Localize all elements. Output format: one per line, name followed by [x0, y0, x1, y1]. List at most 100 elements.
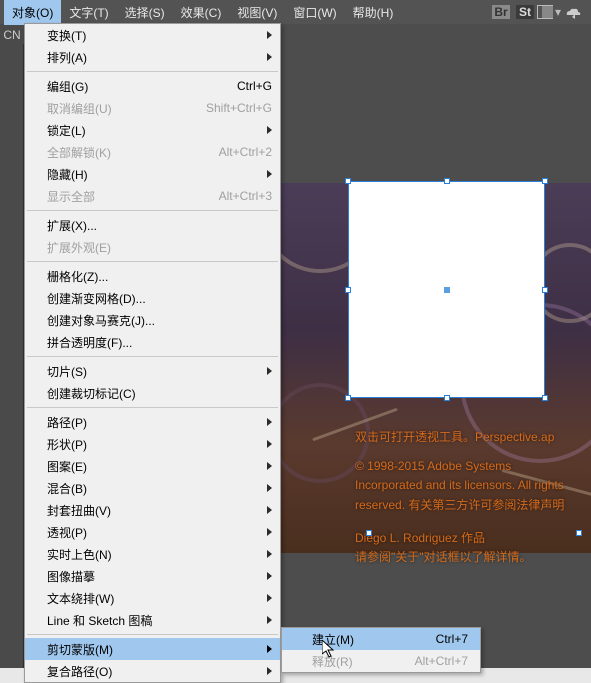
menu-item-label: 扩展(X)...	[47, 217, 97, 234]
menu-item-label: 创建对象马赛克(J)...	[47, 312, 155, 329]
menu-item-label: 形状(P)	[47, 436, 87, 453]
submenu-arrow-icon	[267, 126, 272, 134]
layout-icon[interactable]: ▾	[537, 2, 561, 22]
menu-separator	[27, 261, 278, 262]
menu-shortcut: Alt+Ctrl+3	[219, 189, 272, 203]
submenu-item: 释放(R)Alt+Ctrl+7	[282, 650, 480, 672]
menu-window[interactable]: 窗口(W)	[285, 0, 344, 25]
menu-item[interactable]: 栅格化(Z)...	[25, 265, 280, 287]
menu-item[interactable]: 创建渐变网格(D)...	[25, 287, 280, 309]
selection-handle[interactable]	[345, 287, 351, 293]
submenu-arrow-icon	[267, 667, 272, 675]
selection-handle[interactable]	[444, 395, 450, 401]
menu-select[interactable]: 选择(S)	[117, 0, 173, 25]
artwork-text-line5: 请参阅"关于"对话框以了解详情。	[355, 548, 571, 567]
menu-item-label: 隐藏(H)	[47, 166, 88, 183]
selection-handle[interactable]	[444, 178, 450, 184]
menu-shortcut: Shift+Ctrl+G	[206, 101, 272, 115]
menu-item[interactable]: 混合(B)	[25, 477, 280, 499]
menu-item: 扩展外观(E)	[25, 236, 280, 258]
menu-type[interactable]: 文字(T)	[61, 0, 116, 25]
stock-icon[interactable]: St	[513, 2, 537, 22]
left-gutter	[0, 44, 24, 668]
submenu-arrow-icon	[267, 645, 272, 653]
menu-item[interactable]: 排列(A)	[25, 46, 280, 68]
submenu-arrow-icon	[267, 418, 272, 426]
submenu-arrow-icon	[267, 594, 272, 602]
selection-center	[444, 287, 450, 293]
artwork-text-line2: © 1998-2015 Adobe Systems	[355, 457, 571, 476]
submenu-arrow-icon	[267, 31, 272, 39]
selection-rectangle[interactable]	[348, 181, 545, 398]
menu-item-label: 拼合透明度(F)...	[47, 334, 132, 351]
selection-handle[interactable]	[542, 178, 548, 184]
menu-item[interactable]: 变换(T)	[25, 24, 280, 46]
menu-item[interactable]: 复合路径(O)	[25, 660, 280, 682]
menu-separator	[27, 407, 278, 408]
menu-item-label: 锁定(L)	[47, 122, 86, 139]
artwork-text-line3: Incorporated and its licensors. All righ…	[355, 476, 571, 514]
menu-item[interactable]: 创建裁切标记(C)	[25, 382, 280, 404]
menu-item-label: 创建渐变网格(D)...	[47, 290, 146, 307]
menu-item-label: 变换(T)	[47, 27, 86, 44]
menu-item-label: 切片(S)	[47, 363, 87, 380]
submenu-arrow-icon	[267, 462, 272, 470]
selection-handle[interactable]	[345, 178, 351, 184]
submenu-item[interactable]: 建立(M)Ctrl+7	[282, 628, 480, 650]
menu-item-label: 显示全部	[47, 188, 95, 205]
submenu-arrow-icon	[267, 484, 272, 492]
menu-item[interactable]: Line 和 Sketch 图稿	[25, 609, 280, 631]
bridge-icon[interactable]: Br	[489, 2, 513, 22]
menu-item[interactable]: 剪切蒙版(M)	[25, 638, 280, 660]
menu-separator	[27, 71, 278, 72]
menu-item-label: 文本绕排(W)	[47, 590, 114, 607]
menu-item[interactable]: 透视(P)	[25, 521, 280, 543]
menu-item[interactable]: 创建对象马赛克(J)...	[25, 309, 280, 331]
menu-item[interactable]: 扩展(X)...	[25, 214, 280, 236]
selection-handle[interactable]	[366, 530, 372, 536]
menu-item[interactable]: 切片(S)	[25, 360, 280, 382]
menu-shortcut: Alt+Ctrl+2	[219, 145, 272, 159]
menu-item[interactable]: 拼合透明度(F)...	[25, 331, 280, 353]
menu-item-label: 封套扭曲(V)	[47, 502, 111, 519]
menu-item[interactable]: 文本绕排(W)	[25, 587, 280, 609]
artwork-text-line1: 双击可打开透视工具。Perspective.ap	[355, 428, 571, 447]
menu-help[interactable]: 帮助(H)	[345, 0, 402, 25]
menu-object[interactable]: 对象(O)	[4, 0, 61, 25]
menu-item[interactable]: 形状(P)	[25, 433, 280, 455]
menu-item-label: 路径(P)	[47, 414, 87, 431]
svg-text:Br: Br	[494, 5, 508, 19]
selection-handle[interactable]	[542, 287, 548, 293]
menu-separator	[27, 634, 278, 635]
menu-item-label: 复合路径(O)	[47, 663, 112, 680]
menu-item[interactable]: 图案(E)	[25, 455, 280, 477]
submenu-arrow-icon	[267, 367, 272, 375]
selection-handle[interactable]	[542, 395, 548, 401]
cloud-sync-icon[interactable]	[561, 2, 585, 22]
submenu-arrow-icon	[267, 528, 272, 536]
menu-item-label: Line 和 Sketch 图稿	[47, 612, 152, 629]
menu-item[interactable]: 隐藏(H)	[25, 163, 280, 185]
svg-text:St: St	[519, 5, 531, 19]
menu-item[interactable]: 封套扭曲(V)	[25, 499, 280, 521]
selection-handle[interactable]	[345, 395, 351, 401]
submenu-arrow-icon	[267, 616, 272, 624]
menu-effect[interactable]: 效果(C)	[173, 0, 230, 25]
submenu-arrow-icon	[267, 53, 272, 61]
submenu-arrow-icon	[267, 506, 272, 514]
menu-item: 显示全部 Alt+Ctrl+3	[25, 185, 280, 207]
menu-item[interactable]: 路径(P)	[25, 411, 280, 433]
menu-item-label: 排列(A)	[47, 49, 87, 66]
menu-item[interactable]: 图像描摹	[25, 565, 280, 587]
menu-item-label: 图像描摹	[47, 568, 95, 585]
menu-item-label: 实时上色(N)	[47, 546, 112, 563]
menu-item[interactable]: 编组(G)Ctrl+G	[25, 75, 280, 97]
menu-item-label: 编组(G)	[47, 78, 88, 95]
submenu-shortcut: Ctrl+7	[436, 632, 468, 646]
menubar: 对象(O) 文字(T) 选择(S) 效果(C) 视图(V) 窗口(W) 帮助(H…	[0, 0, 591, 24]
selection-handle[interactable]	[576, 530, 582, 536]
submenu-arrow-icon	[267, 170, 272, 178]
menu-view[interactable]: 视图(V)	[229, 0, 285, 25]
menu-item[interactable]: 实时上色(N)	[25, 543, 280, 565]
menu-item[interactable]: 锁定(L)	[25, 119, 280, 141]
